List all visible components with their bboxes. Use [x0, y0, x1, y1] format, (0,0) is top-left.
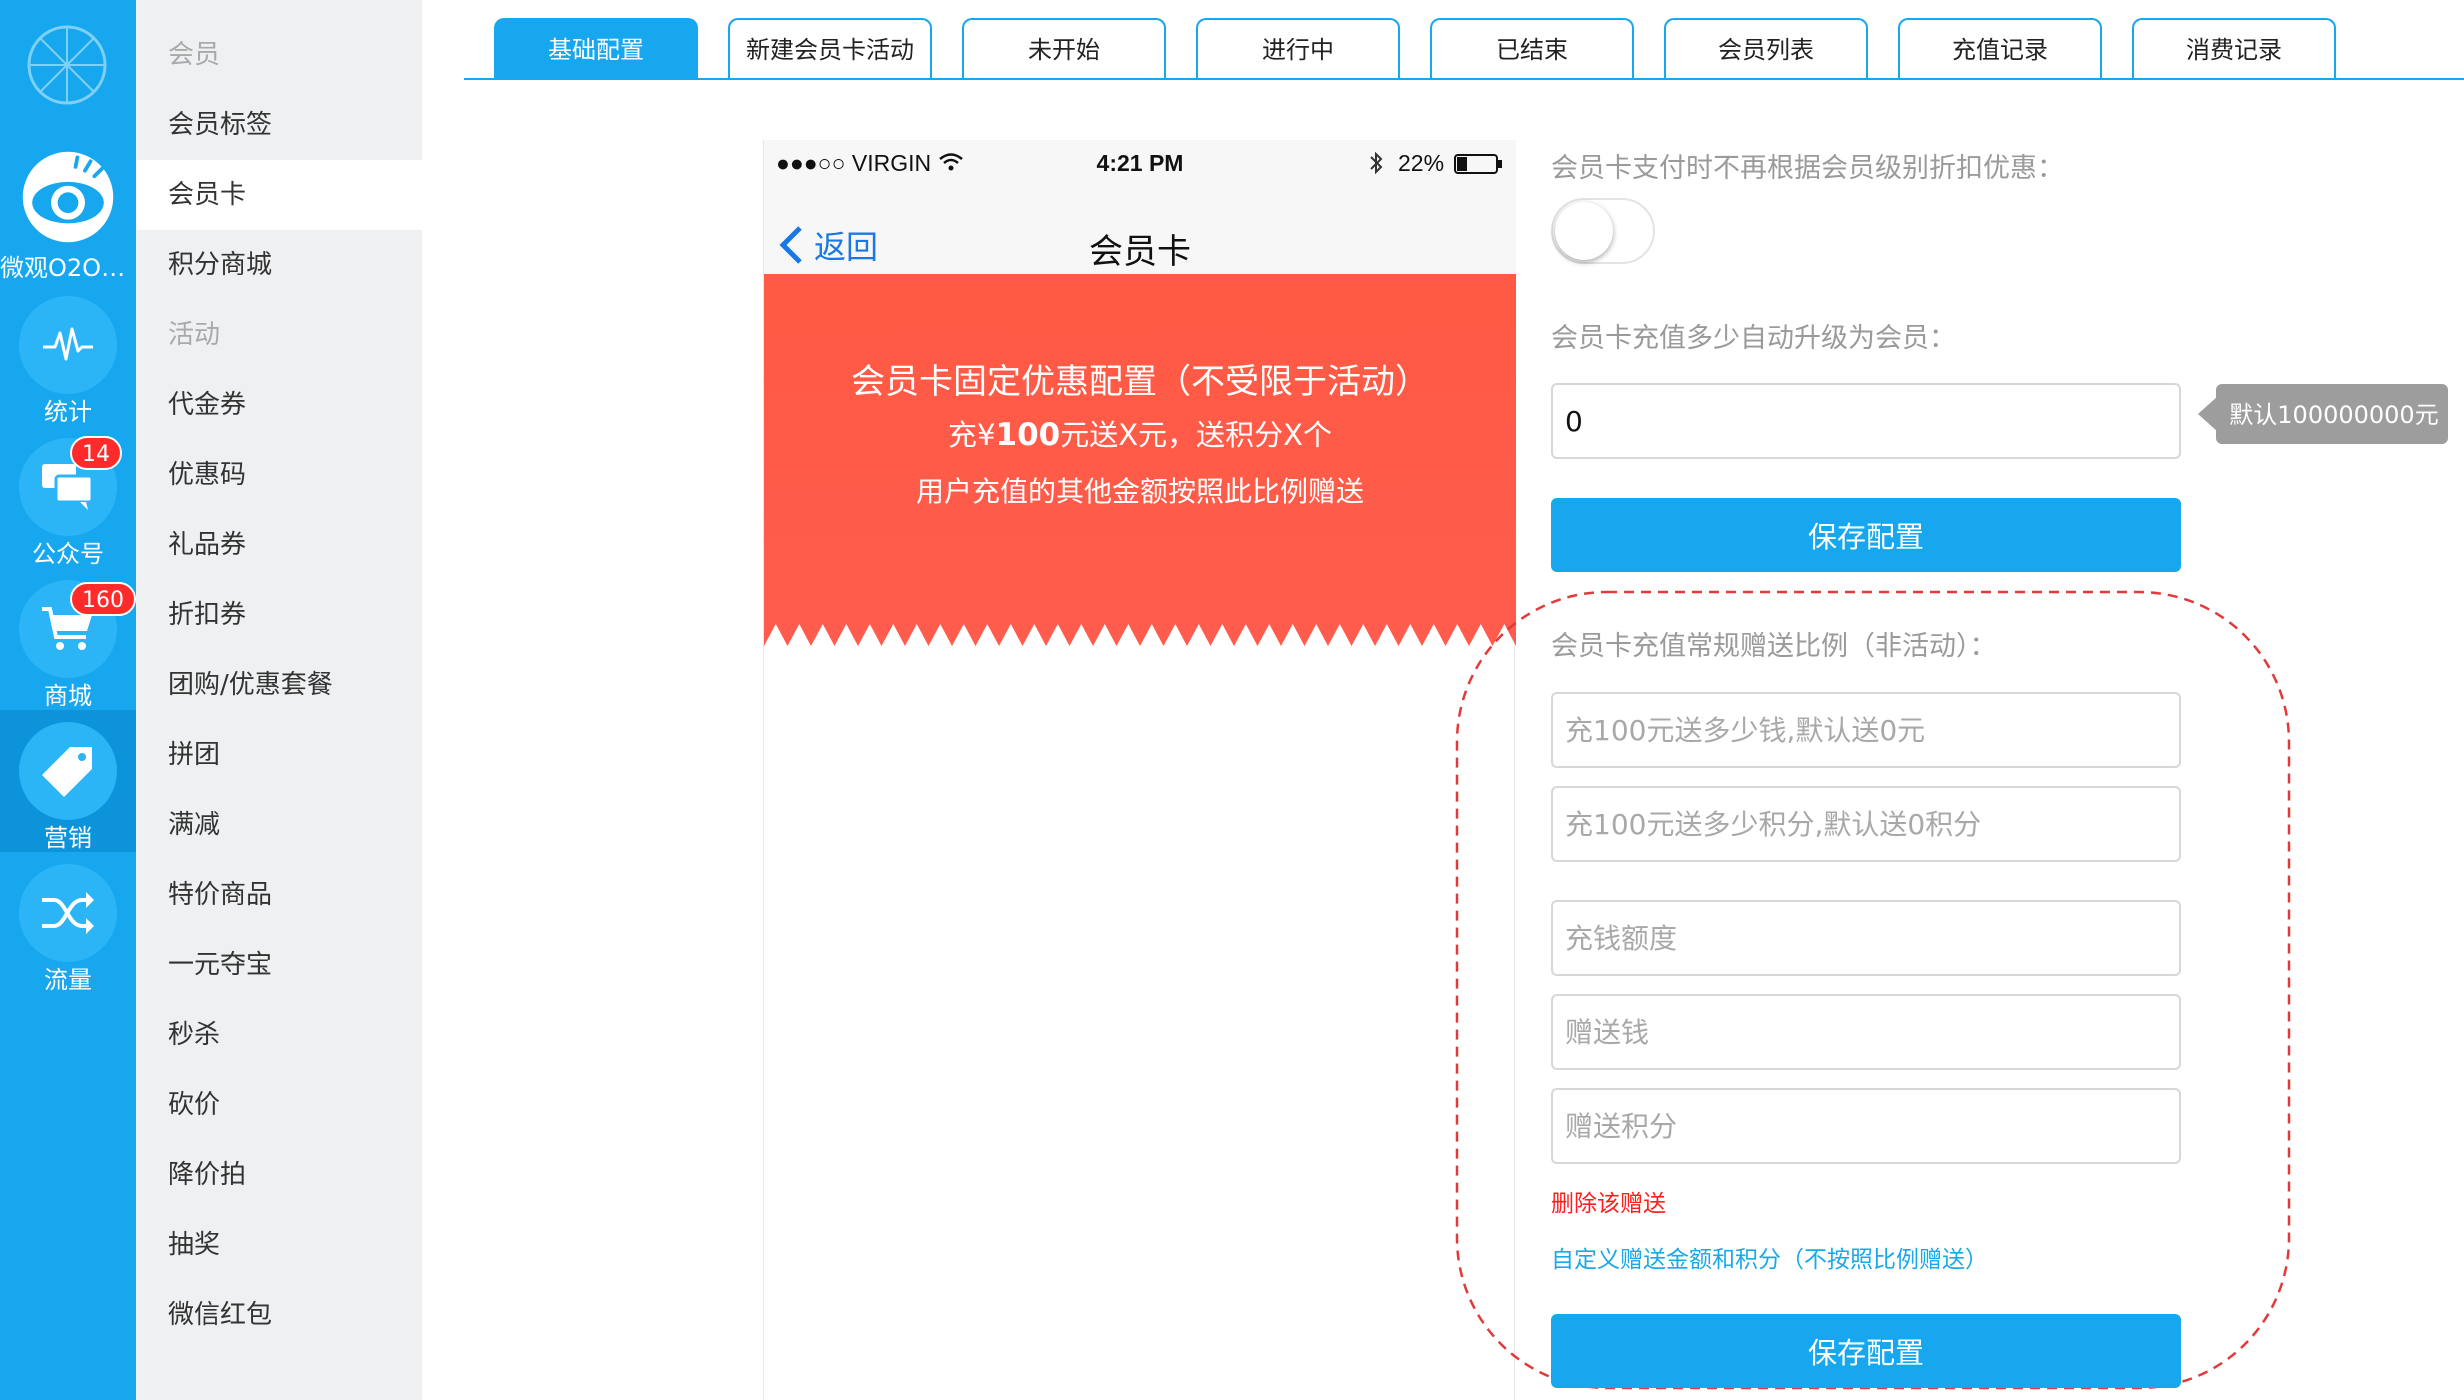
rail-mall-label: 商城 — [44, 682, 92, 710]
menu-item-pintuan[interactable]: 拼团 — [136, 720, 422, 790]
member-card-banner: 会员卡固定优惠配置（不受限于活动） 充¥100元送X元，送积分X个 用户充值的其… — [764, 274, 1516, 674]
tab-consumption-records[interactable]: 消费记录 — [2132, 18, 2336, 80]
phone-status-bar: ●●●○○ VIRGIN 4:21 PM 22% — [764, 140, 1516, 188]
gift-money-ratio-input[interactable] — [1551, 692, 2181, 768]
default-value-tooltip: 默认100000000元 — [2198, 384, 2448, 444]
toggle-knob — [1555, 202, 1613, 260]
tab-ended[interactable]: 已结束 — [1430, 18, 1634, 80]
menu-group-member: 会员 — [168, 40, 221, 70]
banner-ratio-prefix: 充¥ — [948, 418, 996, 452]
save-config-button-2[interactable]: 保存配置 — [1551, 1314, 2181, 1388]
menu-item-lottery[interactable]: 抽奖 — [136, 1210, 422, 1280]
menu-item-voucher[interactable]: 代金券 — [136, 370, 422, 440]
tab-recharge-records[interactable]: 充值记录 — [1898, 18, 2102, 80]
phone-preview: ●●●○○ VIRGIN 4:21 PM 22% 返回 会员卡 会员卡固定优惠配… — [763, 140, 1516, 1400]
recharge-amount-input[interactable] — [1551, 900, 2181, 976]
tab-not-started[interactable]: 未开始 — [962, 18, 1166, 80]
rail-stats-label: 统计 — [44, 398, 92, 426]
rail-marketing-label: 营销 — [44, 824, 92, 852]
no-discount-toggle[interactable] — [1551, 198, 1655, 264]
menu-item-promo-code[interactable]: 优惠码 — [136, 440, 422, 510]
rail-item-marketing[interactable]: 营销 — [0, 710, 136, 852]
menu-item-member-tags[interactable]: 会员标签 — [136, 90, 422, 160]
secondary-menu: 会员 会员标签 会员卡 积分商城 活动 代金券 优惠码 礼品券 折扣券 团购/优… — [136, 0, 422, 1400]
menu-item-one-yuan[interactable]: 一元夺宝 — [136, 930, 422, 1000]
rail-item-stats[interactable]: 统计 — [0, 284, 136, 426]
tab-member-list[interactable]: 会员列表 — [1664, 18, 1868, 80]
save-config-button[interactable]: 保存配置 — [1551, 498, 2181, 572]
tab-new-card-activity[interactable]: 新建会员卡活动 — [728, 18, 932, 80]
tab-underline — [464, 78, 2464, 80]
tab-basic-config[interactable]: 基础配置 — [494, 18, 698, 80]
menu-item-member-card[interactable]: 会员卡 — [136, 160, 422, 230]
ratio-section-label: 会员卡充值常规赠送比例（非活动）： — [1551, 631, 1997, 662]
menu-group-activity: 活动 — [168, 320, 221, 350]
default-value-hint: 默认100000000元 — [2229, 401, 2438, 429]
tab-in-progress[interactable]: 进行中 — [1196, 18, 1400, 80]
menu-item-full-reduction[interactable]: 满减 — [136, 790, 422, 860]
app-logo-icon[interactable] — [26, 24, 108, 106]
rail-official-account-label: 公众号 — [32, 540, 104, 568]
rail-item-store[interactable]: 微观O2O商... — [0, 136, 136, 282]
rail-traffic-label: 流量 — [44, 966, 92, 994]
mall-badge: 160 — [70, 582, 136, 616]
banner-ratio-suffix: 元送X元，送积分X个 — [1060, 418, 1332, 452]
delete-gift-link[interactable]: 删除该赠送 — [1551, 1184, 1666, 1218]
shuffle-icon — [19, 864, 117, 962]
eye-icon — [19, 148, 117, 246]
menu-item-flash-sale[interactable]: 秒杀 — [136, 1000, 422, 1070]
pulse-icon — [19, 296, 117, 394]
rail-item-traffic[interactable]: 流量 — [0, 852, 136, 994]
banner-note: 用户充值的其他金额按照此比例赠送 — [915, 475, 1364, 508]
banner-title: 会员卡固定优惠配置（不受限于活动） — [851, 362, 1429, 402]
official-account-badge: 14 — [70, 436, 122, 470]
menu-item-wechat-red-packet[interactable]: 微信红包 — [136, 1280, 422, 1350]
menu-item-price-drop[interactable]: 降价拍 — [136, 1140, 422, 1210]
phone-page-title: 会员卡 — [1089, 232, 1191, 272]
upgrade-threshold-input[interactable] — [1551, 383, 2181, 459]
menu-item-special-goods[interactable]: 特价商品 — [136, 860, 422, 930]
rail-item-mall[interactable]: 160 商城 — [0, 568, 136, 710]
menu-item-gift-coupon[interactable]: 礼品券 — [136, 510, 422, 580]
custom-gift-link[interactable]: 自定义赠送金额和积分（不按照比例赠送） — [1551, 1240, 1988, 1274]
battery-icon — [1454, 154, 1502, 174]
menu-item-group-buy[interactable]: 团购/优惠套餐 — [136, 650, 422, 720]
gift-points-ratio-input[interactable] — [1551, 786, 2181, 862]
battery-percent: 22% — [1398, 150, 1445, 176]
banner-ratio-line: 充¥100元送X元，送积分X个 — [764, 412, 1516, 454]
give-points-input[interactable] — [1551, 1088, 2181, 1164]
menu-item-points-mall[interactable]: 积分商城 — [136, 230, 422, 300]
app-rail: 微观O2O商... 统计 14 公众号 160 商城 营销 流量 — [0, 0, 136, 1400]
rail-store-label: 微观O2O商... — [0, 254, 136, 282]
upgrade-threshold-label: 会员卡充值多少自动升级为会员： — [1551, 323, 1956, 354]
menu-item-bargain[interactable]: 砍价 — [136, 1070, 422, 1140]
price-tag-icon — [19, 722, 117, 820]
banner-ratio-amount: 100 — [995, 417, 1061, 453]
menu-item-discount-coupon[interactable]: 折扣券 — [136, 580, 422, 650]
no-discount-label: 会员卡支付时不再根据会员级别折扣优惠： — [1551, 153, 2064, 184]
give-money-input[interactable] — [1551, 994, 2181, 1070]
rail-item-official-account[interactable]: 14 公众号 — [0, 426, 136, 568]
bluetooth-icon — [1370, 151, 1383, 175]
